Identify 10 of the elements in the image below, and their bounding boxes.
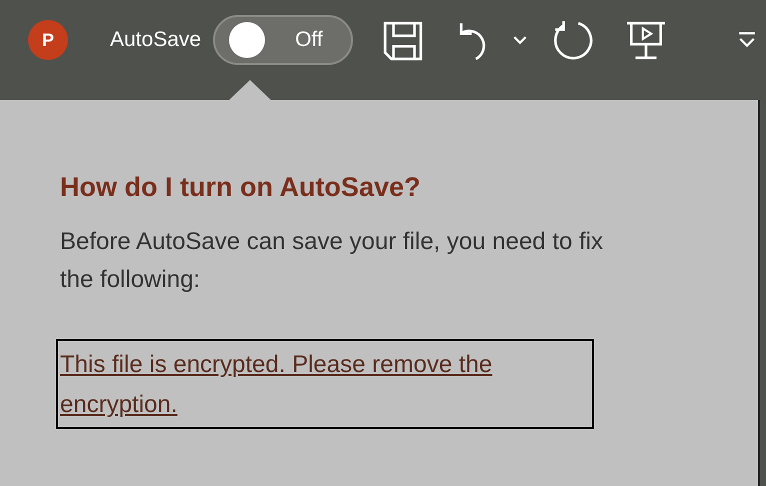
presentation-icon[interactable]	[625, 19, 668, 61]
callout-title: How do I turn on AutoSave?	[60, 172, 422, 203]
autosave-label: AutoSave	[110, 28, 202, 52]
app-logo: P	[28, 20, 68, 60]
caret-icon[interactable]	[513, 36, 528, 44]
remove-encryption-link[interactable]: This file is encrypted. Please remove the encryption.	[56, 339, 594, 429]
redo-icon[interactable]	[551, 19, 594, 61]
customize-toolbar-icon[interactable]	[738, 31, 756, 49]
callout-text: Before AutoSave can save your file, you need to fix the following:	[60, 227, 604, 295]
autosave-toggle[interactable]: Off	[213, 15, 354, 65]
